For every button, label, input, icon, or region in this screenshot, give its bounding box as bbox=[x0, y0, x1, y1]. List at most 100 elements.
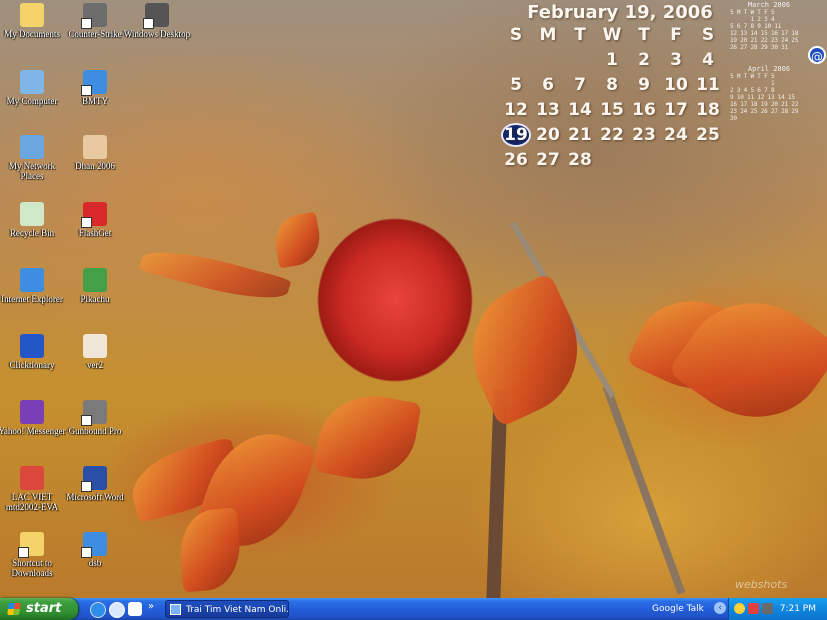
calendar-empty-cell bbox=[532, 48, 564, 72]
calendar-day[interactable]: 24 bbox=[660, 123, 692, 147]
desktop-icon-ver2[interactable]: ver2 bbox=[60, 334, 130, 370]
wallpaper-sepal bbox=[138, 241, 292, 309]
desktop-icon-counter-strike[interactable]: Counter-Strike bbox=[60, 3, 130, 39]
pikachu-icon bbox=[83, 268, 107, 292]
calendar-day[interactable]: 13 bbox=[532, 98, 564, 122]
media-quicklaunch-icon[interactable] bbox=[109, 602, 125, 618]
desktop-icon-pikachu[interactable]: Pikachu bbox=[60, 268, 130, 304]
calendar-weekday: M bbox=[539, 25, 557, 45]
desktop-icon-internet-explorer[interactable]: Internet Explorer bbox=[0, 268, 67, 304]
clicktionary-widget-icon[interactable]: @ bbox=[808, 46, 826, 64]
mini-calendar-row: 26 27 28 29 30 31 bbox=[730, 44, 789, 51]
calendar-day[interactable]: 7 bbox=[564, 73, 596, 97]
calendar-day[interactable]: 18 bbox=[692, 98, 724, 122]
calendar-weekday: S bbox=[509, 25, 523, 45]
calendar-day[interactable]: 27 bbox=[532, 148, 564, 172]
calendar-weekday: F bbox=[670, 25, 682, 45]
calendar-day[interactable]: 23 bbox=[628, 123, 660, 147]
calendar-day[interactable]: 20 bbox=[532, 123, 564, 147]
yahoo-tray-icon[interactable] bbox=[734, 603, 745, 614]
watermark: webshots bbox=[735, 578, 788, 591]
calendar-day[interactable]: 3 bbox=[660, 48, 692, 72]
desktop-icon-flashget[interactable]: FlashGet bbox=[60, 202, 130, 238]
calendar-day[interactable]: 28 bbox=[564, 148, 596, 172]
calendar-day[interactable]: 5 bbox=[500, 73, 532, 97]
quicklaunch-expand-icon[interactable]: » bbox=[148, 601, 154, 612]
antivirus-tray-icon[interactable] bbox=[748, 603, 759, 614]
calendar-empty-cell bbox=[564, 48, 596, 72]
desktop-icon-windows-desktop[interactable]: Windows Desktop bbox=[122, 3, 192, 39]
desktop-icon-dsb[interactable]: dsb bbox=[60, 532, 130, 568]
wallpaper-branch bbox=[602, 385, 686, 595]
calendar-day[interactable]: 6 bbox=[532, 73, 564, 97]
icon-label: Shortcut to Downloads bbox=[11, 558, 53, 578]
mini-calendar-row: 19 20 21 22 23 24 25 bbox=[730, 37, 799, 44]
desktop-icon-shortcut-downloads[interactable]: Shortcut to Downloads bbox=[0, 532, 67, 578]
browser-window-icon bbox=[170, 604, 181, 615]
wallpaper-leaf bbox=[313, 387, 422, 488]
clock[interactable]: 7:21 PM bbox=[780, 598, 816, 620]
flashget-icon bbox=[81, 202, 107, 228]
network-tray-icon[interactable] bbox=[762, 603, 773, 614]
desktop-icon-clicktionary[interactable]: Clicktionary bbox=[0, 334, 67, 370]
dictionary-icon bbox=[20, 334, 44, 358]
calendar-day[interactable]: 26 bbox=[500, 148, 532, 172]
ie-shortcut-icon bbox=[81, 70, 107, 96]
desktop-icon-my-computer[interactable]: My Computer bbox=[0, 70, 67, 106]
calendar-day[interactable]: 17 bbox=[660, 98, 692, 122]
calendar-day[interactable]: 1 bbox=[596, 48, 628, 72]
character-icon bbox=[83, 135, 107, 159]
icon-label: Clicktionary bbox=[9, 360, 55, 370]
icon-label: Windows Desktop bbox=[123, 29, 191, 39]
desktop-wallpaper[interactable]: My Documents My Computer My Network Plac… bbox=[0, 0, 827, 598]
system-tray: 7:21 PM bbox=[728, 598, 827, 620]
calendar-day[interactable]: 16 bbox=[628, 98, 660, 122]
game-icon bbox=[81, 3, 107, 29]
start-label: start bbox=[26, 601, 62, 616]
mini-calendar-row: 30 bbox=[730, 115, 737, 122]
mini-calendar-row: 9 10 11 12 13 14 15 bbox=[730, 94, 795, 101]
desktop-icon-microsoft-word[interactable]: Microsoft Word bbox=[60, 466, 130, 502]
icon-label: Internet Explorer bbox=[1, 294, 63, 304]
taskbar-window-button[interactable]: Trai Tim Viet Nam Onli... bbox=[165, 600, 289, 618]
icon-label: FlashGet bbox=[78, 228, 112, 238]
ie-quicklaunch-icon[interactable] bbox=[90, 602, 106, 618]
calendar-title: February 19, 2006 bbox=[527, 2, 713, 23]
calendar-day[interactable]: 19 bbox=[501, 123, 531, 147]
desktop-icon-gunbound[interactable]: Gunbound Pro bbox=[60, 400, 130, 436]
tray-expand-icon[interactable]: ‹ bbox=[714, 602, 726, 614]
mini-calendar-row: S M T W T F S bbox=[730, 9, 775, 16]
calendar-day[interactable]: 12 bbox=[500, 98, 532, 122]
icon-label: My Documents bbox=[4, 29, 60, 39]
calendar-day[interactable]: 8 bbox=[596, 73, 628, 97]
calendar-day[interactable]: 15 bbox=[596, 98, 628, 122]
calendar-day[interactable]: 10 bbox=[660, 73, 692, 97]
desktop-icon-lac-viet[interactable]: LAC VIET mtd2002-EVA bbox=[0, 466, 67, 512]
calendar-day[interactable]: 25 bbox=[692, 123, 724, 147]
desktop-icon-my-documents[interactable]: My Documents bbox=[0, 3, 67, 39]
calendar-day[interactable]: 11 bbox=[692, 73, 724, 97]
desktop-icon-dhan-2006[interactable]: Dhan 2006 bbox=[60, 135, 130, 171]
desktop-icon-yahoo-messenger[interactable]: Yahoo! Messenger bbox=[0, 400, 67, 436]
calendar-day[interactable]: 4 bbox=[692, 48, 724, 72]
messenger-quicklaunch-icon[interactable] bbox=[128, 602, 142, 616]
calendar-day[interactable]: 22 bbox=[596, 123, 628, 147]
icon-label: Counter-Strike bbox=[68, 29, 122, 39]
calendar-day[interactable]: 21 bbox=[564, 123, 596, 147]
wallpaper-leaf bbox=[176, 507, 244, 593]
start-button[interactable]: start bbox=[0, 598, 78, 620]
google-talk-toolbar[interactable]: Google Talk bbox=[652, 598, 704, 620]
word-icon bbox=[81, 466, 107, 492]
icon-label: My Computer bbox=[6, 96, 58, 106]
icon-label: dsb bbox=[88, 558, 102, 568]
mini-calendar-row: 1 2 3 4 bbox=[730, 16, 775, 23]
calendar-day[interactable]: 9 bbox=[628, 73, 660, 97]
icon-label: ver2 bbox=[87, 360, 103, 370]
calendar-day[interactable]: 14 bbox=[564, 98, 596, 122]
calendar-day[interactable]: 2 bbox=[628, 48, 660, 72]
icon-label: Microsoft Word bbox=[66, 492, 124, 502]
desktop-icon-bmty[interactable]: BMTY bbox=[60, 70, 130, 106]
desktop-icon-recycle-bin[interactable]: Recycle Bin bbox=[0, 202, 67, 238]
icon-label: Recycle Bin bbox=[9, 228, 55, 238]
desktop-icon-my-network-places[interactable]: My Network Places bbox=[0, 135, 67, 181]
